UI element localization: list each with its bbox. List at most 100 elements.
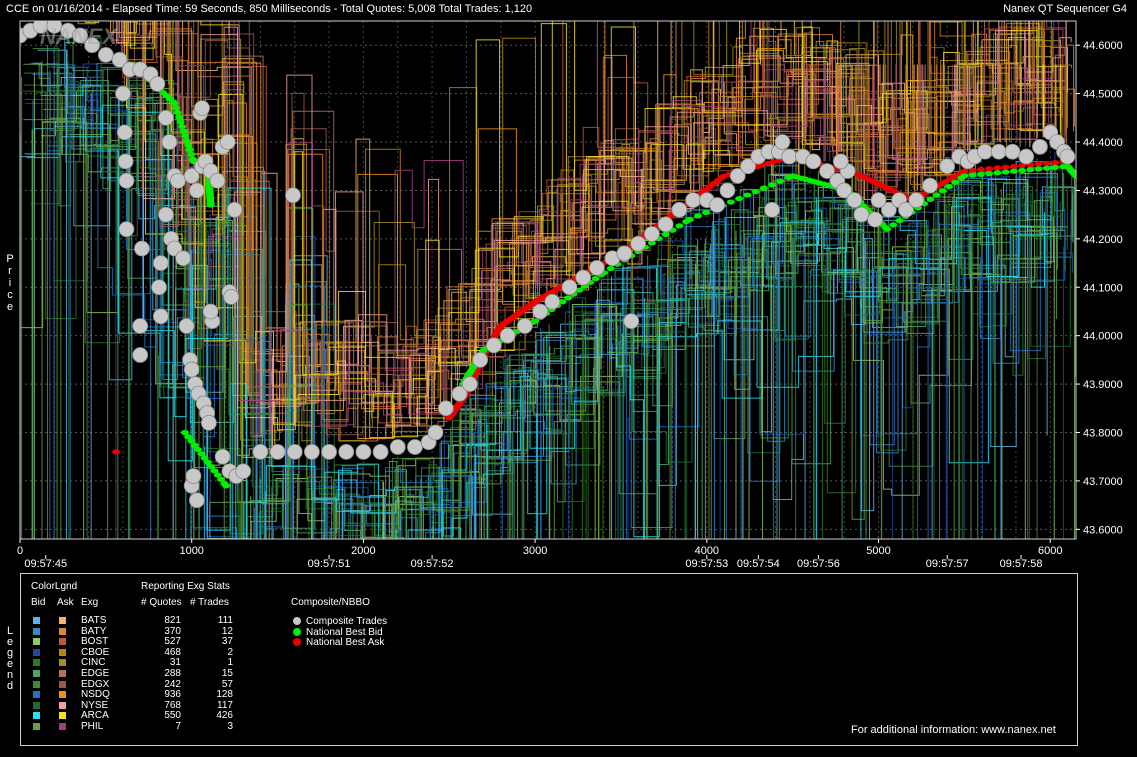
trade-marker — [1018, 148, 1035, 165]
nbbo-bid-marker — [768, 182, 777, 188]
ask-swatch — [59, 648, 66, 656]
trade-marker — [867, 211, 884, 228]
trade-marker — [149, 76, 166, 92]
nbbo-bid-marker — [751, 189, 760, 195]
nbbo-bid-marker — [178, 123, 187, 130]
x-tick-label: 0 — [17, 545, 23, 557]
legend-col-trades: # Trades — [190, 597, 229, 608]
trade-marker — [269, 443, 286, 460]
trade-marker — [183, 361, 200, 378]
trade-marker — [623, 313, 640, 330]
exchange-quotes: 768 — [164, 699, 181, 711]
y-tick-label: 44.0000 — [1083, 331, 1123, 343]
trade-marker — [118, 172, 135, 189]
trade-marker — [575, 269, 592, 286]
y-tick-label: 43.6000 — [1083, 524, 1123, 536]
ask-swatch — [59, 638, 66, 646]
nbbo-bid-marker — [206, 202, 215, 208]
exchange-trades: 3 — [227, 721, 233, 732]
trade-marker — [132, 318, 149, 334]
nbbo-ask-marker — [1042, 160, 1051, 166]
ask-swatch — [59, 659, 66, 667]
nbbo-bid-marker — [1034, 166, 1043, 172]
trade-marker — [532, 303, 549, 320]
exchange-quotes: 821 — [164, 615, 181, 626]
exchange-name: EDGX — [81, 678, 110, 690]
nbbo-ask-marker — [112, 449, 121, 455]
time-label: 09:57:57 — [926, 558, 969, 570]
trade-marker — [544, 293, 561, 310]
ask-swatch — [59, 723, 66, 730]
trade-marker — [719, 182, 736, 199]
trade-marker — [616, 245, 633, 262]
nbbo-bid-marker — [985, 170, 994, 177]
bid-swatch — [33, 680, 40, 688]
exchange-trades: 426 — [216, 710, 233, 722]
trade-marker — [427, 424, 444, 441]
bid-swatch — [33, 659, 40, 667]
trade-marker — [175, 250, 192, 267]
nbbo-bid-marker — [661, 231, 670, 237]
lglabel-char: d — [6, 680, 14, 692]
exchange-quotes: 468 — [164, 646, 181, 658]
ask-swatch — [59, 701, 66, 709]
y-tick-label: 43.8000 — [1083, 427, 1123, 439]
trade-marker — [561, 279, 578, 296]
trade-marker — [200, 414, 217, 431]
trade-marker — [516, 318, 533, 334]
trade-marker — [908, 192, 925, 209]
nbbo-bid-marker — [606, 265, 615, 272]
exchange-quotes: 31 — [169, 657, 181, 669]
trade-marker — [1059, 148, 1076, 165]
trade-marker — [151, 279, 167, 296]
nbbo-bid-marker — [564, 295, 573, 301]
nbbo-bid-marker — [172, 105, 181, 111]
trade-marker — [1004, 143, 1021, 160]
nbbo-bid-marker — [675, 223, 684, 229]
nbbo-bid-marker — [170, 100, 179, 106]
exchange-trades: 2 — [227, 646, 233, 658]
bid-swatch — [33, 712, 40, 720]
exchange-name: PHIL — [81, 721, 104, 732]
trade-marker — [152, 255, 169, 271]
exchange-quotes: 370 — [164, 625, 181, 637]
trade-marker — [832, 153, 849, 170]
composite-label: Composite Trades — [306, 616, 388, 627]
nbbo-bid-marker — [944, 183, 953, 190]
nanex-watermark: NANEX — [40, 24, 118, 49]
trade-marker — [922, 177, 938, 194]
trade-marker — [214, 448, 231, 465]
y-tick-label: 44.3000 — [1083, 185, 1123, 197]
exchange-quotes: 550 — [164, 710, 181, 722]
trade-marker — [158, 109, 174, 126]
exchange-name: CBOE — [81, 646, 110, 658]
trade-marker — [774, 134, 791, 150]
trade-marker — [118, 221, 135, 238]
y-tick-label: 44.4000 — [1083, 137, 1123, 149]
exchange-trades: 37 — [221, 636, 233, 648]
exchange-trades: 128 — [216, 689, 233, 701]
trade-marker — [355, 443, 372, 460]
nbbo-bid-marker — [895, 218, 904, 224]
trade-marker — [630, 235, 647, 252]
x-tick-label: 6000 — [1038, 545, 1062, 557]
nbbo-ask-marker — [1034, 161, 1043, 167]
exchange-name: EDGE — [81, 668, 110, 679]
trade-marker — [389, 439, 406, 455]
composite-marker — [293, 617, 301, 625]
trade-marker — [486, 337, 502, 354]
nbbo-bid-marker — [993, 170, 1002, 176]
trade-marker — [235, 463, 252, 480]
trade-marker — [846, 192, 863, 209]
trade-marker — [990, 143, 1007, 160]
composite-marker — [293, 627, 301, 636]
nbbo-bid-marker — [185, 147, 194, 153]
nbbo-bid-marker — [889, 222, 898, 228]
trade-marker — [461, 376, 478, 392]
legend-composite-title: Composite/NBBO — [291, 597, 370, 608]
nbbo-bid-marker — [693, 213, 702, 219]
trade-marker — [407, 439, 423, 455]
nbbo-bid-marker — [726, 199, 735, 205]
trade-marker — [372, 443, 389, 460]
bid-swatch — [33, 691, 40, 699]
